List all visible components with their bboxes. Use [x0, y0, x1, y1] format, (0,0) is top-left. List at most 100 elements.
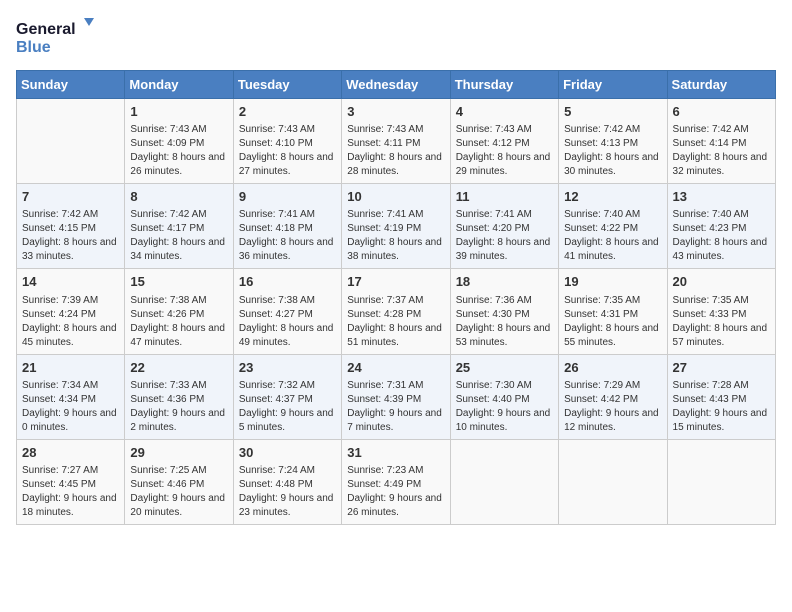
sunrise-text: Sunrise: 7:37 AM: [347, 294, 444, 308]
daylight-text: Daylight: 8 hours and 34 minutes.: [130, 236, 227, 264]
sunrise-text: Sunrise: 7:41 AM: [347, 208, 444, 222]
calendar-day-cell: 3 Sunrise: 7:43 AM Sunset: 4:11 PM Dayli…: [342, 99, 450, 184]
day-info: Sunrise: 7:25 AM Sunset: 4:46 PM Dayligh…: [130, 464, 227, 520]
calendar-day-cell: 16 Sunrise: 7:38 AM Sunset: 4:27 PM Dayl…: [233, 269, 341, 354]
day-number: 3: [347, 103, 444, 121]
sunset-text: Sunset: 4:15 PM: [22, 222, 119, 236]
calendar-day-cell: 5 Sunrise: 7:42 AM Sunset: 4:13 PM Dayli…: [559, 99, 667, 184]
sunset-text: Sunset: 4:33 PM: [673, 308, 770, 322]
day-info: Sunrise: 7:41 AM Sunset: 4:20 PM Dayligh…: [456, 208, 553, 264]
daylight-text: Daylight: 9 hours and 2 minutes.: [130, 407, 227, 435]
day-number: 25: [456, 359, 553, 377]
sunset-text: Sunset: 4:42 PM: [564, 393, 661, 407]
day-info: Sunrise: 7:37 AM Sunset: 4:28 PM Dayligh…: [347, 294, 444, 350]
day-info: Sunrise: 7:42 AM Sunset: 4:13 PM Dayligh…: [564, 123, 661, 179]
sunrise-text: Sunrise: 7:29 AM: [564, 379, 661, 393]
day-number: 12: [564, 188, 661, 206]
sunset-text: Sunset: 4:26 PM: [130, 308, 227, 322]
sunset-text: Sunset: 4:40 PM: [456, 393, 553, 407]
day-number: 7: [22, 188, 119, 206]
day-info: Sunrise: 7:34 AM Sunset: 4:34 PM Dayligh…: [22, 379, 119, 435]
daylight-text: Daylight: 8 hours and 57 minutes.: [673, 322, 770, 350]
day-number: 18: [456, 273, 553, 291]
sunset-text: Sunset: 4:13 PM: [564, 137, 661, 151]
calendar-day-cell: 2 Sunrise: 7:43 AM Sunset: 4:10 PM Dayli…: [233, 99, 341, 184]
sunset-text: Sunset: 4:14 PM: [673, 137, 770, 151]
day-number: 11: [456, 188, 553, 206]
daylight-text: Daylight: 9 hours and 0 minutes.: [22, 407, 119, 435]
daylight-text: Daylight: 8 hours and 55 minutes.: [564, 322, 661, 350]
day-number: 29: [130, 444, 227, 462]
daylight-text: Daylight: 9 hours and 20 minutes.: [130, 492, 227, 520]
day-info: Sunrise: 7:40 AM Sunset: 4:23 PM Dayligh…: [673, 208, 770, 264]
sunrise-text: Sunrise: 7:43 AM: [456, 123, 553, 137]
daylight-text: Daylight: 8 hours and 28 minutes.: [347, 151, 444, 179]
sunset-text: Sunset: 4:12 PM: [456, 137, 553, 151]
daylight-text: Daylight: 8 hours and 26 minutes.: [130, 151, 227, 179]
sunrise-text: Sunrise: 7:42 AM: [564, 123, 661, 137]
daylight-text: Daylight: 8 hours and 33 minutes.: [22, 236, 119, 264]
sunrise-text: Sunrise: 7:38 AM: [130, 294, 227, 308]
page-header: General Blue: [16, 16, 776, 58]
calendar-table: SundayMondayTuesdayWednesdayThursdayFrid…: [16, 70, 776, 525]
day-number: 13: [673, 188, 770, 206]
calendar-day-cell: 20 Sunrise: 7:35 AM Sunset: 4:33 PM Dayl…: [667, 269, 775, 354]
calendar-day-cell: 15 Sunrise: 7:38 AM Sunset: 4:26 PM Dayl…: [125, 269, 233, 354]
sunset-text: Sunset: 4:24 PM: [22, 308, 119, 322]
sunrise-text: Sunrise: 7:25 AM: [130, 464, 227, 478]
day-of-week-header: Tuesday: [233, 71, 341, 99]
day-info: Sunrise: 7:38 AM Sunset: 4:27 PM Dayligh…: [239, 294, 336, 350]
calendar-day-cell: [559, 439, 667, 524]
calendar-header-row: SundayMondayTuesdayWednesdayThursdayFrid…: [17, 71, 776, 99]
calendar-day-cell: 10 Sunrise: 7:41 AM Sunset: 4:19 PM Dayl…: [342, 184, 450, 269]
calendar-day-cell: 17 Sunrise: 7:37 AM Sunset: 4:28 PM Dayl…: [342, 269, 450, 354]
sunset-text: Sunset: 4:39 PM: [347, 393, 444, 407]
sunset-text: Sunset: 4:43 PM: [673, 393, 770, 407]
sunset-text: Sunset: 4:34 PM: [22, 393, 119, 407]
sunrise-text: Sunrise: 7:36 AM: [456, 294, 553, 308]
sunset-text: Sunset: 4:48 PM: [239, 478, 336, 492]
calendar-day-cell: 24 Sunrise: 7:31 AM Sunset: 4:39 PM Dayl…: [342, 354, 450, 439]
calendar-day-cell: 14 Sunrise: 7:39 AM Sunset: 4:24 PM Dayl…: [17, 269, 125, 354]
calendar-day-cell: 28 Sunrise: 7:27 AM Sunset: 4:45 PM Dayl…: [17, 439, 125, 524]
day-number: 6: [673, 103, 770, 121]
day-number: 28: [22, 444, 119, 462]
sunrise-text: Sunrise: 7:39 AM: [22, 294, 119, 308]
day-number: 30: [239, 444, 336, 462]
calendar-day-cell: 8 Sunrise: 7:42 AM Sunset: 4:17 PM Dayli…: [125, 184, 233, 269]
day-number: 31: [347, 444, 444, 462]
calendar-day-cell: 23 Sunrise: 7:32 AM Sunset: 4:37 PM Dayl…: [233, 354, 341, 439]
calendar-day-cell: 29 Sunrise: 7:25 AM Sunset: 4:46 PM Dayl…: [125, 439, 233, 524]
day-info: Sunrise: 7:30 AM Sunset: 4:40 PM Dayligh…: [456, 379, 553, 435]
sunrise-text: Sunrise: 7:40 AM: [673, 208, 770, 222]
sunrise-text: Sunrise: 7:40 AM: [564, 208, 661, 222]
calendar-day-cell: 26 Sunrise: 7:29 AM Sunset: 4:42 PM Dayl…: [559, 354, 667, 439]
sunrise-text: Sunrise: 7:35 AM: [564, 294, 661, 308]
day-info: Sunrise: 7:42 AM Sunset: 4:17 PM Dayligh…: [130, 208, 227, 264]
day-number: 4: [456, 103, 553, 121]
sunrise-text: Sunrise: 7:24 AM: [239, 464, 336, 478]
sunrise-text: Sunrise: 7:35 AM: [673, 294, 770, 308]
daylight-text: Daylight: 8 hours and 29 minutes.: [456, 151, 553, 179]
day-number: 22: [130, 359, 227, 377]
day-info: Sunrise: 7:38 AM Sunset: 4:26 PM Dayligh…: [130, 294, 227, 350]
sunset-text: Sunset: 4:23 PM: [673, 222, 770, 236]
day-info: Sunrise: 7:43 AM Sunset: 4:09 PM Dayligh…: [130, 123, 227, 179]
sunrise-text: Sunrise: 7:42 AM: [130, 208, 227, 222]
day-number: 24: [347, 359, 444, 377]
day-info: Sunrise: 7:39 AM Sunset: 4:24 PM Dayligh…: [22, 294, 119, 350]
sunset-text: Sunset: 4:36 PM: [130, 393, 227, 407]
daylight-text: Daylight: 9 hours and 7 minutes.: [347, 407, 444, 435]
sunrise-text: Sunrise: 7:38 AM: [239, 294, 336, 308]
day-of-week-header: Thursday: [450, 71, 558, 99]
calendar-day-cell: 9 Sunrise: 7:41 AM Sunset: 4:18 PM Dayli…: [233, 184, 341, 269]
day-info: Sunrise: 7:41 AM Sunset: 4:18 PM Dayligh…: [239, 208, 336, 264]
calendar-day-cell: [17, 99, 125, 184]
daylight-text: Daylight: 8 hours and 32 minutes.: [673, 151, 770, 179]
day-number: 19: [564, 273, 661, 291]
calendar-day-cell: 22 Sunrise: 7:33 AM Sunset: 4:36 PM Dayl…: [125, 354, 233, 439]
calendar-day-cell: 4 Sunrise: 7:43 AM Sunset: 4:12 PM Dayli…: [450, 99, 558, 184]
day-number: 26: [564, 359, 661, 377]
day-number: 20: [673, 273, 770, 291]
logo: General Blue: [16, 16, 96, 58]
